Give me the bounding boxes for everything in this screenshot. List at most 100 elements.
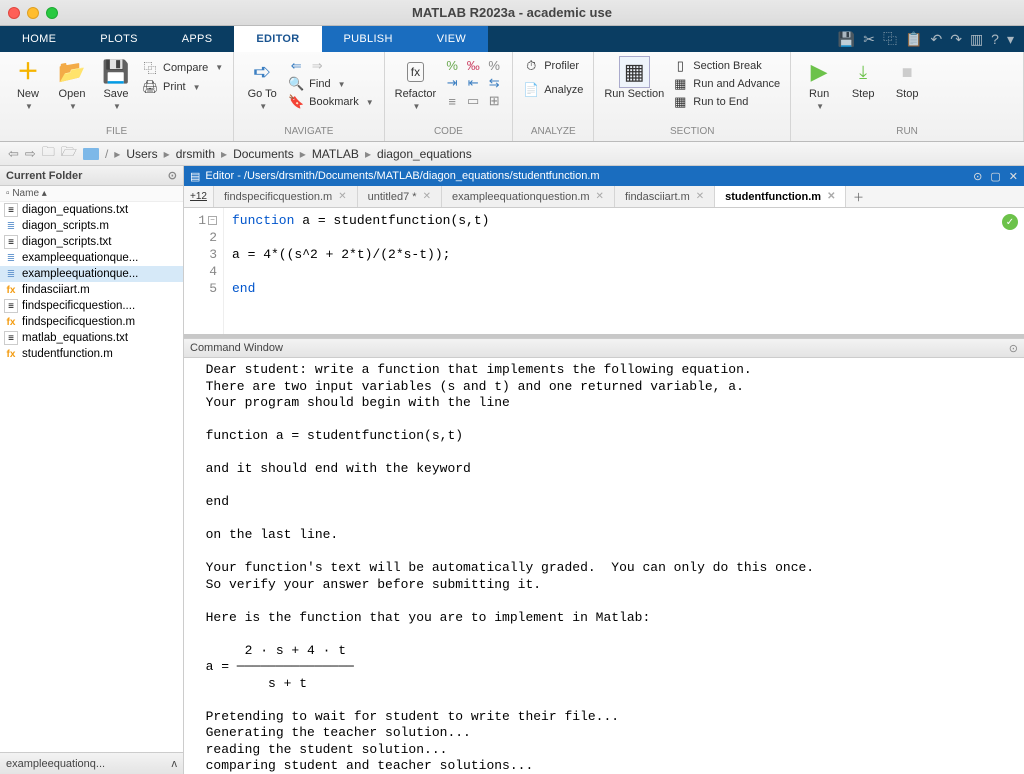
- redo-icon[interactable]: ↷: [950, 31, 962, 48]
- tab-editor[interactable]: EDITOR: [234, 26, 321, 52]
- fwd-arrow-icon: ⇒: [309, 58, 325, 74]
- command-window[interactable]: Dear student: write a function that impl…: [184, 358, 1024, 774]
- bookmark-button[interactable]: 🔖Bookmark▼: [288, 94, 373, 110]
- file-row[interactable]: ≣exampleequationque...: [0, 266, 183, 282]
- tab-publish[interactable]: PUBLISH: [322, 26, 415, 52]
- editor-tab[interactable]: findspecificquestion.m✕: [214, 186, 358, 207]
- run-button[interactable]: ▶ Run▼: [801, 58, 837, 111]
- bookmark-icon: 🔖: [288, 94, 304, 110]
- run-section-button[interactable]: ▦ Run Section: [604, 58, 664, 100]
- tab-close-icon[interactable]: ✕: [696, 191, 704, 202]
- nav-fwd-icon[interactable]: ⇨: [25, 146, 36, 162]
- editor-tab[interactable]: untitled7 *✕: [358, 186, 442, 207]
- percent-icon: %: [444, 58, 460, 73]
- stop-icon: ■: [902, 58, 913, 86]
- tab-close-icon[interactable]: ✕: [423, 191, 431, 202]
- file-row[interactable]: ≡ diagon_scripts.txt: [0, 234, 183, 250]
- column-header[interactable]: ▫ Name ▴: [0, 186, 183, 202]
- code-opt-1[interactable]: %‰%: [444, 58, 502, 73]
- compare-button[interactable]: ⿻Compare▼: [142, 58, 223, 77]
- refactor-button[interactable]: fx Refactor▼: [395, 58, 437, 111]
- file-row[interactable]: ≡diagon_equations.txt: [0, 202, 183, 218]
- minimize-window-button[interactable]: [27, 7, 39, 19]
- editor-tab[interactable]: exampleequationquestion.m✕: [442, 186, 615, 207]
- editor-pane[interactable]: 1− 2 3 4 5 function a = studentfunction(…: [184, 208, 1024, 338]
- zoom-window-button[interactable]: [46, 7, 58, 19]
- path-seg-0[interactable]: Users: [126, 147, 157, 161]
- find-button[interactable]: 🔍Find▼: [288, 76, 373, 92]
- new-button[interactable]: ＋ New▼: [10, 58, 46, 111]
- code-opt-3[interactable]: ≡▭⊞: [444, 93, 502, 109]
- save-button[interactable]: 💾 Save▼: [98, 58, 134, 111]
- nav-arrows[interactable]: ⇐⇒: [288, 58, 373, 74]
- code-opt-2[interactable]: ⇥⇤⇆: [444, 75, 502, 91]
- clock-icon: ⏱: [523, 58, 539, 74]
- to-end-icon: ▦: [672, 94, 688, 110]
- back-arrow-icon: ⇐: [288, 58, 304, 74]
- script-file-icon: ≣: [4, 267, 18, 281]
- parent-folder-icon[interactable]: 🗁: [61, 143, 77, 165]
- file-row[interactable]: fx findspecificquestion.m: [0, 314, 183, 330]
- file-row[interactable]: fxstudentfunction.m: [0, 346, 183, 362]
- save-icon[interactable]: 💾: [838, 31, 855, 48]
- folder-icon[interactable]: 🗀: [42, 143, 55, 165]
- file-name: findspecificquestion.m: [22, 316, 135, 328]
- cut-icon[interactable]: ✂: [863, 31, 875, 48]
- layout-icon[interactable]: ▥: [970, 31, 983, 48]
- file-row[interactable]: fxfindasciiart.m: [0, 282, 183, 298]
- goto-arrow-icon: ➪: [253, 58, 271, 86]
- file-name: matlab_equations.txt: [22, 332, 128, 344]
- more-icon[interactable]: ▾: [1007, 31, 1014, 48]
- maximize-icon[interactable]: ▢: [990, 170, 1000, 183]
- tab-apps[interactable]: APPS: [160, 26, 235, 52]
- gutter-offset[interactable]: +12: [184, 186, 214, 207]
- open-button[interactable]: 📂 Open▼: [54, 58, 90, 111]
- section-break-button[interactable]: ▯Section Break: [672, 58, 780, 74]
- new-tab-button[interactable]: ＋: [846, 186, 870, 207]
- panel-menu-icon[interactable]: ⊙: [168, 169, 177, 182]
- code-area[interactable]: function a = studentfunction(s,t) a = 4*…: [224, 208, 1024, 334]
- function-file-icon: fx: [4, 347, 18, 361]
- print-icon: 🖨: [142, 79, 158, 95]
- tab-view[interactable]: VIEW: [415, 26, 488, 52]
- goto-button[interactable]: ➪ Go To▼: [244, 58, 280, 111]
- run-section-icon: ▦: [619, 58, 650, 86]
- copy-icon[interactable]: ⿻: [883, 29, 897, 49]
- tab-close-icon[interactable]: ✕: [338, 191, 346, 202]
- editor-tab[interactable]: findasciiart.m✕: [615, 186, 715, 207]
- tab-plots[interactable]: PLOTS: [78, 26, 160, 52]
- cmd-menu-icon[interactable]: ⊙: [1009, 342, 1018, 355]
- undo-icon[interactable]: ↶: [930, 31, 942, 48]
- drive-icon[interactable]: [83, 148, 99, 160]
- panel-dropdown-icon[interactable]: ⊙: [973, 170, 982, 183]
- step-button[interactable]: ⤓ Step: [845, 58, 881, 100]
- function-file-icon: fx: [4, 315, 18, 329]
- file-row[interactable]: ≡matlab_equations.txt: [0, 330, 183, 346]
- txt-file-icon: ≡: [4, 235, 18, 249]
- file-row[interactable]: ≣exampleequationque...: [0, 250, 183, 266]
- path-seg-2[interactable]: Documents: [233, 147, 294, 161]
- profiler-button[interactable]: ⏱Profiler: [523, 58, 583, 74]
- file-name: diagon_scripts.txt: [22, 236, 112, 248]
- analyze-button[interactable]: 📄Analyze: [523, 82, 583, 98]
- editor-tab[interactable]: studentfunction.m✕: [715, 186, 846, 207]
- file-row[interactable]: ≡findspecificquestion....: [0, 298, 183, 314]
- path-seg-1[interactable]: drsmith: [176, 147, 215, 161]
- tab-close-icon[interactable]: ✕: [596, 191, 604, 202]
- paste-icon[interactable]: 📋: [905, 31, 922, 48]
- tab-home[interactable]: HOME: [0, 26, 78, 52]
- print-button[interactable]: 🖨Print▼: [142, 79, 223, 95]
- run-advance-button[interactable]: ▦Run and Advance: [672, 76, 780, 92]
- tab-close-icon[interactable]: ✕: [827, 191, 835, 202]
- path-seg-4[interactable]: diagon_equations: [377, 147, 472, 161]
- run-to-end-button[interactable]: ▦Run to End: [672, 94, 780, 110]
- window-titlebar: MATLAB R2023a - academic use: [0, 0, 1024, 26]
- help-icon[interactable]: ?: [991, 31, 999, 47]
- file-row[interactable]: ≣diagon_scripts.m: [0, 218, 183, 234]
- close-window-button[interactable]: [8, 7, 20, 19]
- path-seg-3[interactable]: MATLAB: [312, 147, 359, 161]
- nav-back-icon[interactable]: ⇦: [8, 146, 19, 162]
- script-file-icon: ≣: [4, 219, 18, 233]
- stop-button[interactable]: ■ Stop: [889, 58, 925, 100]
- close-editor-icon[interactable]: ✕: [1009, 170, 1018, 183]
